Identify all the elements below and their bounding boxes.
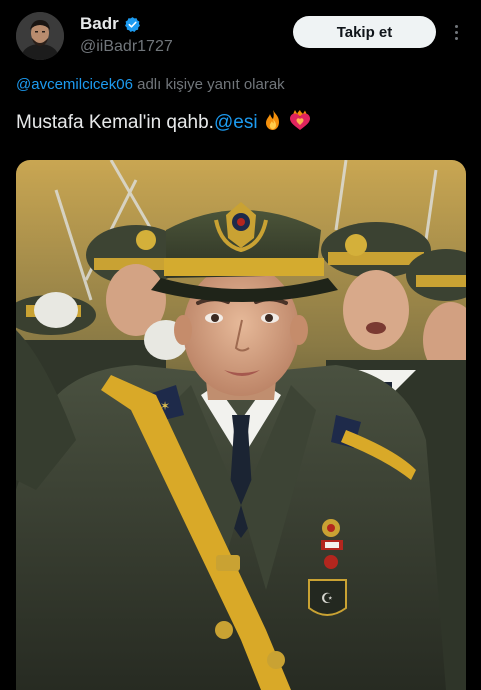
tweet-text-mention[interactable]: @esi <box>214 112 258 134</box>
reply-mention-link[interactable]: @avcemilcicek06 <box>16 76 133 93</box>
author-handle[interactable]: @iiBadr1727 <box>80 38 173 56</box>
tweet-text: Mustafa Kemal'in qahb. @esi <box>16 109 312 137</box>
fire-emoji-icon <box>263 109 283 137</box>
reply-context-suffix: adlı kişiye yanıt olarak <box>132 76 285 93</box>
tweet-card: Badr @iiBadr1727 Takip et @avcemilcicek0… <box>0 0 481 690</box>
reply-context: @avcemilcicek06 adlı kişiye yanıt olarak <box>16 76 285 93</box>
heart-on-fire-emoji-icon <box>288 109 312 137</box>
svg-text:☪: ☪ <box>321 590 334 606</box>
verified-badge-icon <box>124 16 141 33</box>
follow-button[interactable]: Takip et <box>293 16 436 48</box>
author-name-row[interactable]: Badr <box>80 14 141 34</box>
tweet-media-photo[interactable]: ✶ ☪ <box>16 160 466 690</box>
tweet-text-main: Mustafa Kemal'in qahb. <box>16 112 214 133</box>
photo-illustration: ✶ ☪ <box>16 160 466 690</box>
author-display-name[interactable]: Badr <box>80 14 119 34</box>
avatar[interactable] <box>16 12 64 60</box>
more-options-icon[interactable] <box>444 18 468 46</box>
